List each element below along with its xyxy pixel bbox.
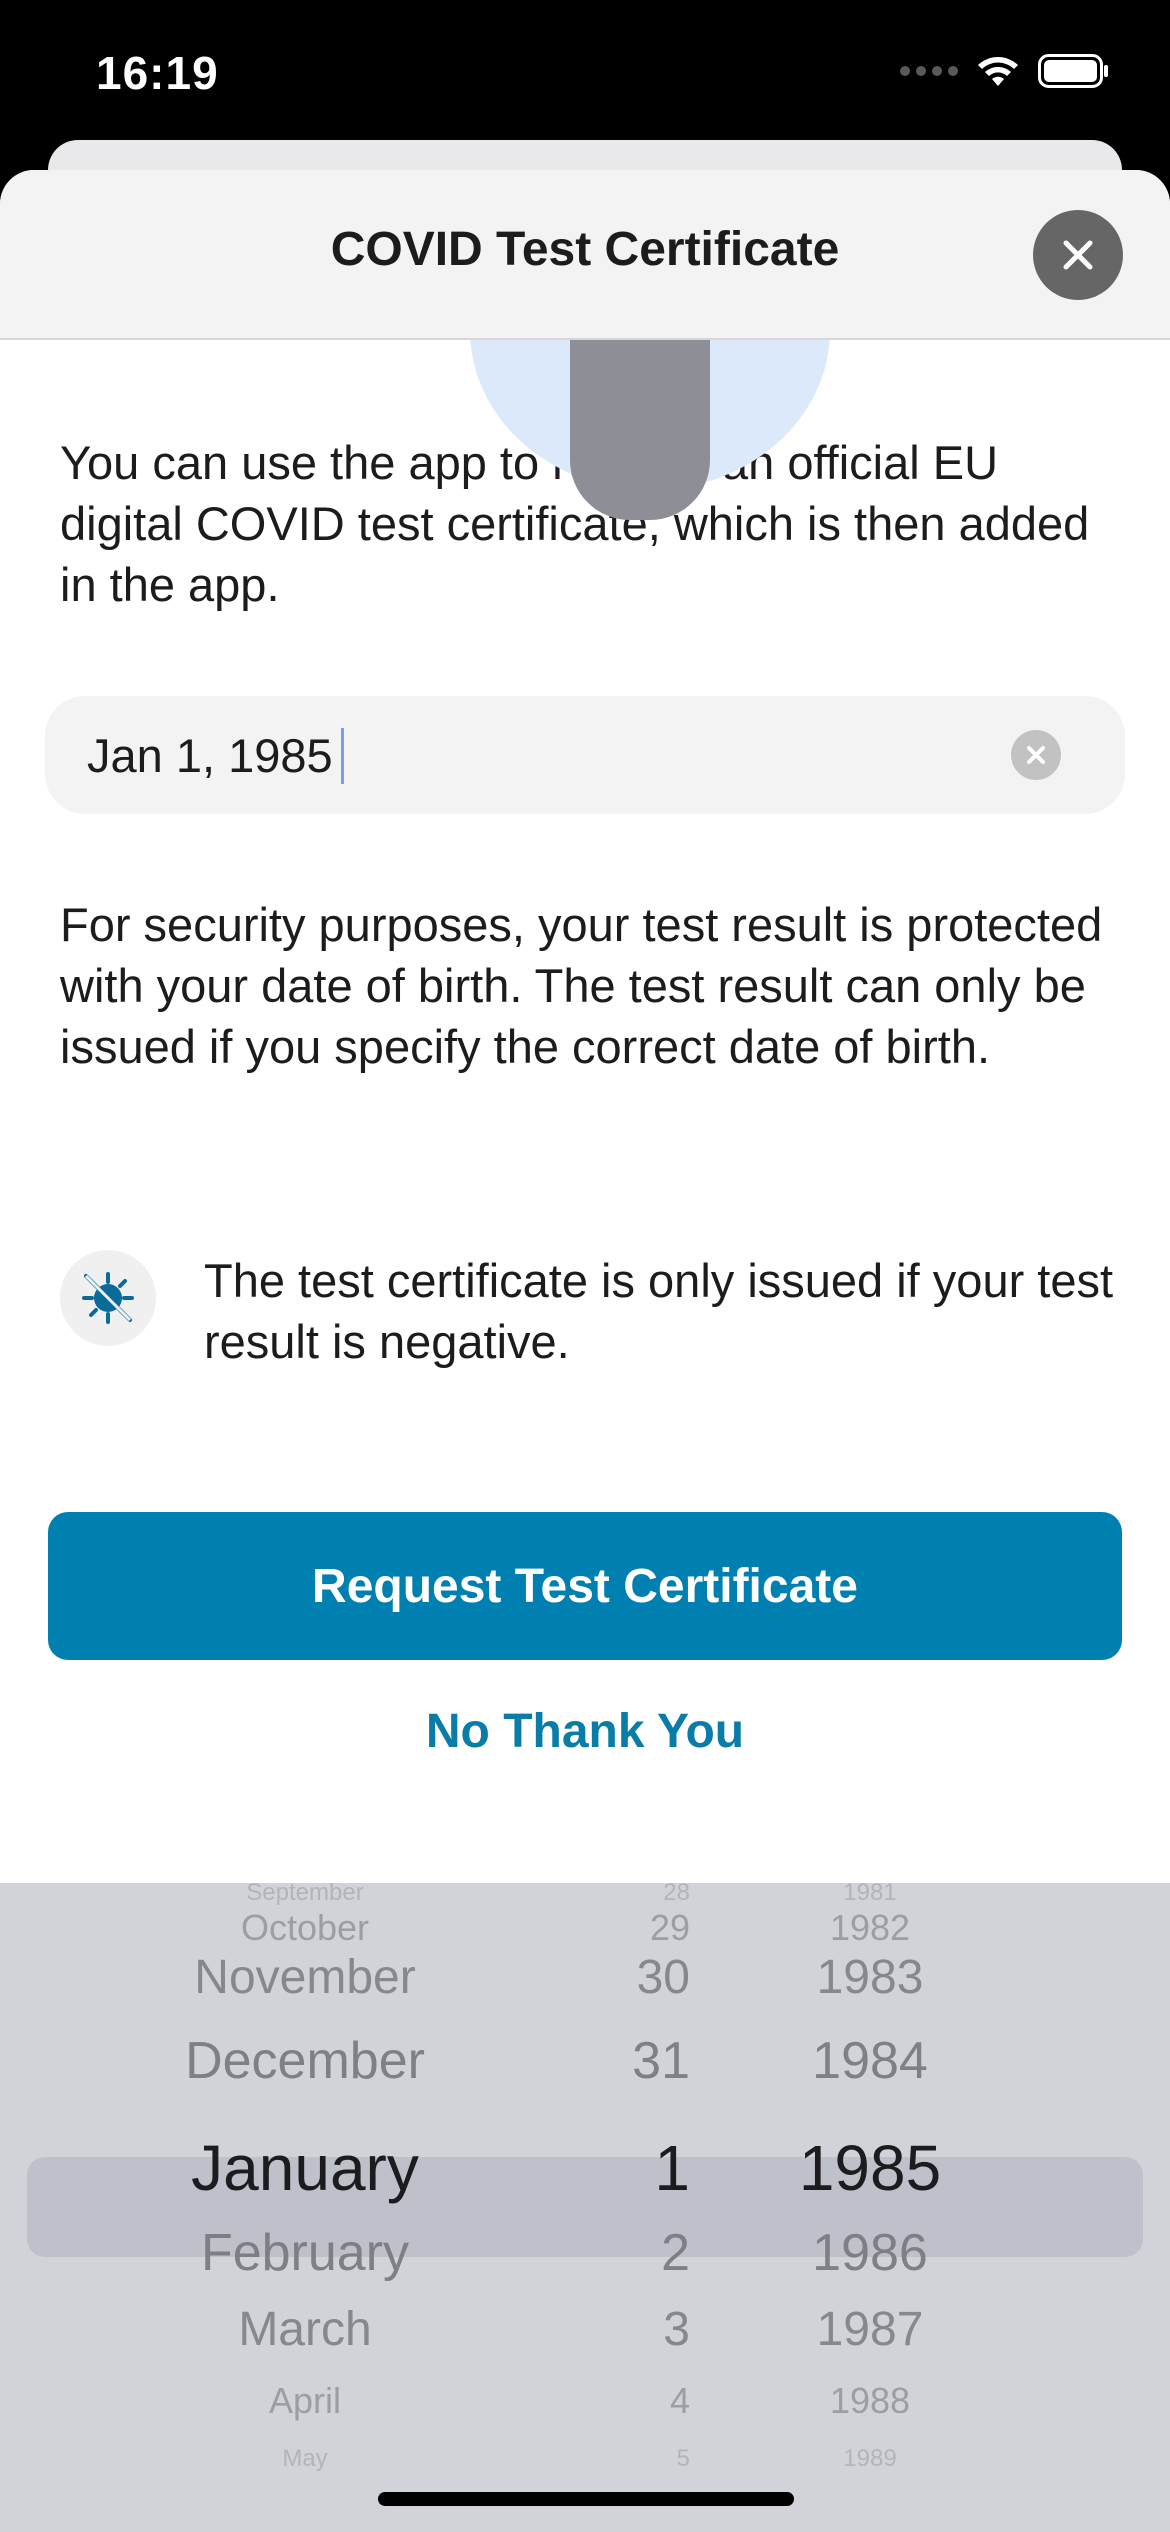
year-option[interactable]: 1985 [760, 2132, 980, 2204]
notice-text: The test certificate is only issued if y… [204, 1254, 1114, 1368]
wifi-icon [978, 57, 1018, 86]
year-wheel[interactable]: 1981 1982 1983 1984 1985 1986 1987 1988 1989 [760, 1883, 1040, 2532]
day-wheel[interactable]: 28 29 30 31 1 2 3 4 5 [560, 1883, 700, 2532]
day-option[interactable]: 2 [560, 2223, 690, 2283]
security-text: For security purposes, your test result … [60, 898, 1103, 1073]
close-button[interactable] [1033, 210, 1123, 300]
month-option[interactable]: November [120, 1950, 490, 2006]
virus-icon [82, 1272, 134, 1324]
clear-icon [1027, 746, 1045, 764]
month-option[interactable]: December [120, 2031, 490, 2091]
day-option[interactable]: 5 [560, 2443, 690, 2475]
status-time: 16:19 [96, 47, 219, 99]
day-option[interactable]: 1 [560, 2132, 690, 2204]
birthdate-field[interactable] [45, 696, 1125, 814]
date-picker[interactable]: September October November December January F… [0, 1883, 1170, 2532]
status-bar: 16:19 [0, 0, 1170, 150]
day-option[interactable]: 30 [560, 1950, 690, 2006]
day-option[interactable]: 3 [560, 2302, 690, 2358]
day-option[interactable]: 31 [560, 2031, 690, 2091]
year-option[interactable]: 1986 [760, 2223, 980, 2283]
year-option[interactable]: 1989 [760, 2443, 980, 2475]
month-wheel[interactable]: September October November December January F… [0, 1883, 600, 2532]
month-option[interactable]: May [120, 2443, 490, 2475]
month-option[interactable]: January [120, 2132, 490, 2204]
battery-icon [1038, 54, 1108, 88]
status-icons [900, 54, 1110, 88]
navigation-bar: COVID Test Certificate [0, 170, 1170, 340]
notice-icon-badge [60, 1250, 156, 1346]
no-thank-you-button[interactable]: No Thank You [48, 1686, 1122, 1776]
request-certificate-button[interactable]: Request Test Certificate [48, 1512, 1122, 1660]
day-option[interactable]: 4 [560, 2379, 690, 2423]
page-title: COVID Test Certificate [330, 223, 840, 276]
year-option[interactable]: 1983 [760, 1950, 980, 2006]
month-option[interactable]: February [120, 2223, 490, 2283]
text-cursor [341, 728, 344, 784]
month-option[interactable]: March [120, 2302, 490, 2358]
year-option[interactable]: 1988 [760, 2379, 980, 2423]
year-option[interactable]: 1982 [760, 1906, 980, 1950]
home-indicator[interactable] [378, 2492, 794, 2506]
signal-icon [900, 66, 958, 76]
year-option[interactable]: 1984 [760, 2031, 980, 2091]
month-option[interactable]: October [120, 1906, 490, 1950]
close-icon [1063, 240, 1093, 270]
clear-button[interactable] [1011, 730, 1061, 780]
birthdate-input[interactable] [87, 724, 987, 786]
year-option[interactable]: 1987 [760, 2302, 980, 2358]
month-option[interactable]: April [120, 2379, 490, 2423]
day-option[interactable]: 29 [560, 1906, 690, 1950]
